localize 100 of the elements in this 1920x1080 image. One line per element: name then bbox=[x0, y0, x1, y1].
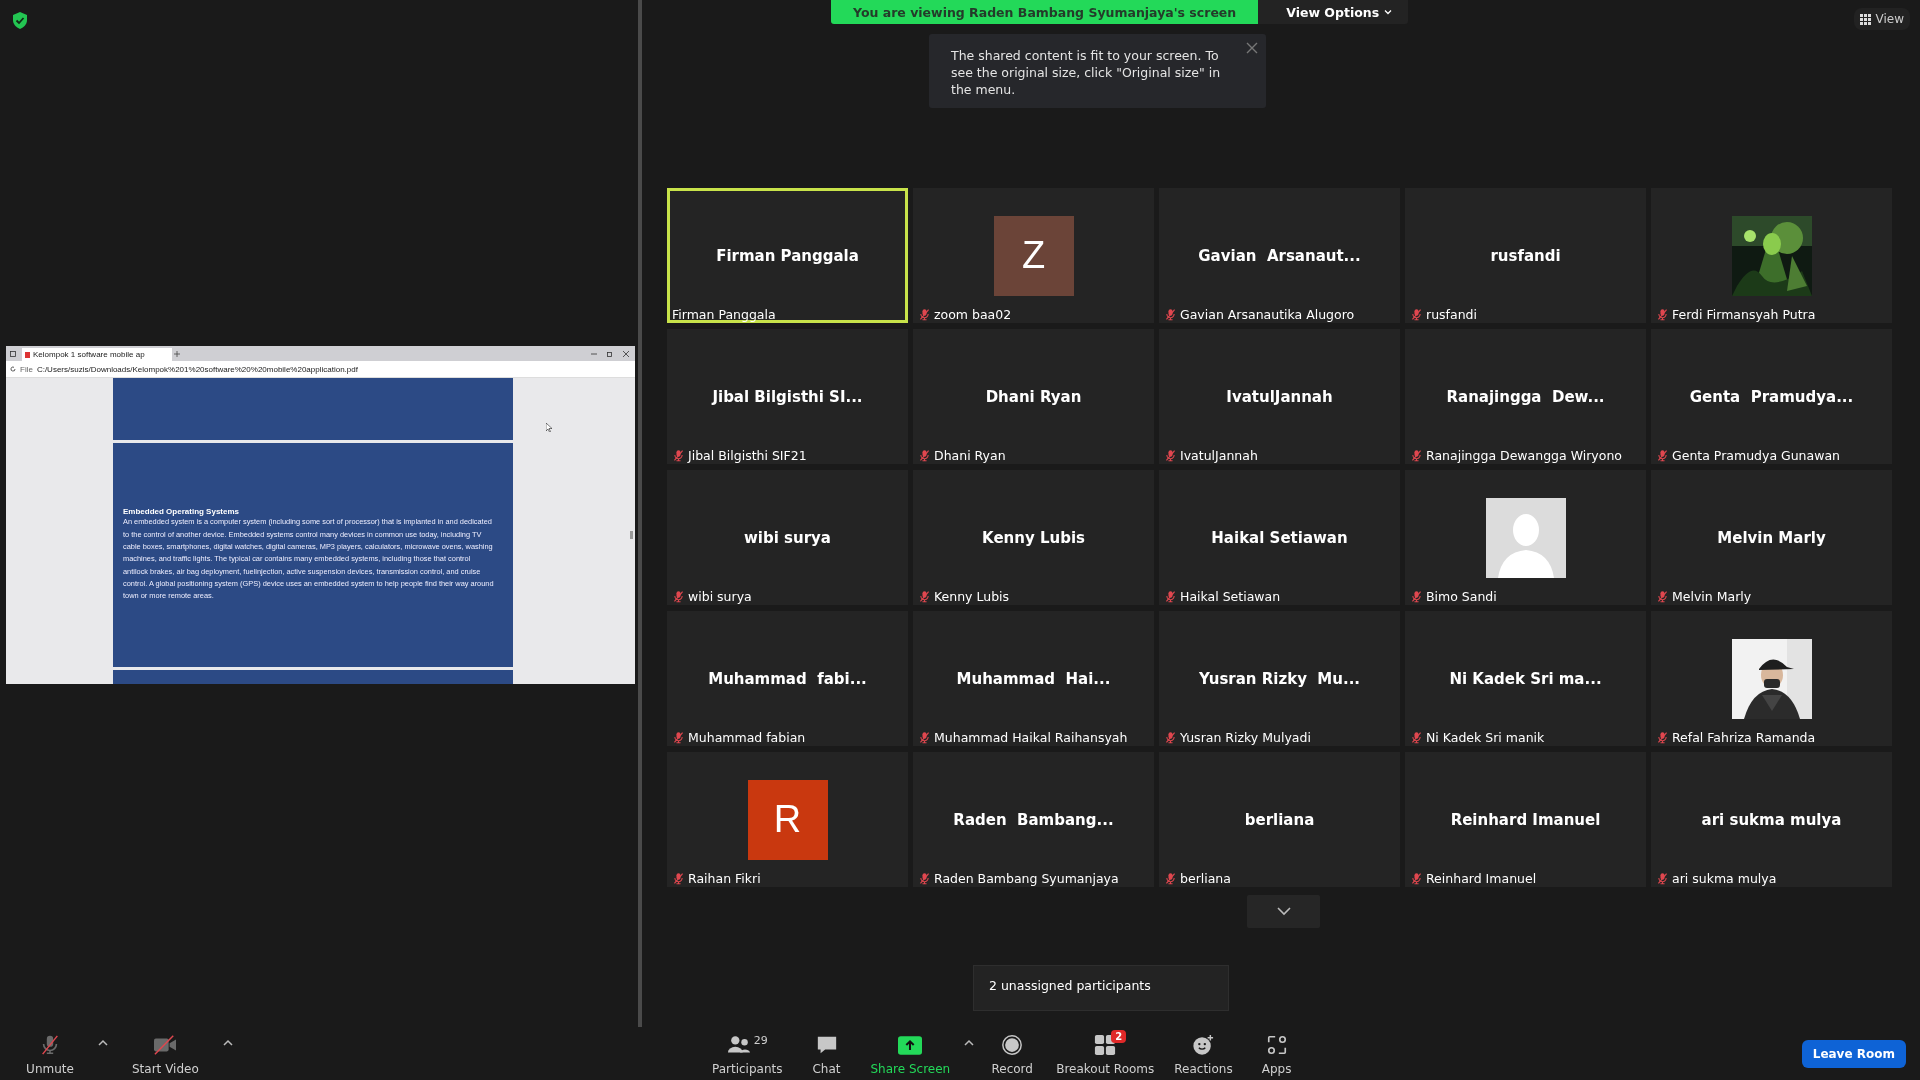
toolbar-button[interactable]: Reactions bbox=[1168, 1034, 1239, 1076]
notification-badge: 2 bbox=[1111, 1030, 1127, 1043]
participant-label: Raihan Fikri bbox=[688, 871, 761, 886]
video-tile[interactable]: Reinhard Imanuel Reinhard Imanuel bbox=[1405, 752, 1646, 887]
participant-name: Kenny Lubis bbox=[982, 528, 1085, 547]
participant-name: Genta Pramudya... bbox=[1689, 387, 1854, 406]
chevron-down-icon bbox=[1276, 907, 1291, 916]
close-icon[interactable] bbox=[623, 350, 629, 357]
video-off-icon bbox=[153, 1034, 178, 1056]
start-video-button[interactable]: Start Video bbox=[126, 1034, 205, 1076]
participant-name: Ni Kadek Sri ma... bbox=[1449, 669, 1602, 688]
video-tile[interactable]: Jibal Bilgisthi SI... Jibal Bilgisthi SIF21 bbox=[667, 329, 908, 464]
video-tile[interactable]: Bimo Sandi bbox=[1405, 470, 1646, 605]
address-prefix: File bbox=[20, 364, 33, 374]
grid-icon bbox=[1093, 1034, 1118, 1056]
avatar-silhouette-icon bbox=[1485, 497, 1566, 578]
view-options-button[interactable]: View Options bbox=[1258, 0, 1409, 24]
muted-mic-icon bbox=[1164, 731, 1177, 744]
leave-room-button[interactable]: Leave Room bbox=[1801, 1040, 1906, 1068]
participant-count: 29 bbox=[753, 1034, 768, 1047]
muted-mic-icon bbox=[918, 449, 931, 462]
participant-label: Muhammad Haikal Raihansyah bbox=[934, 730, 1128, 745]
video-tile[interactable]: Melvin Marly Melvin Marly bbox=[1651, 470, 1892, 605]
cursor-icon bbox=[546, 423, 552, 432]
participant-label: Bimo Sandi bbox=[1426, 589, 1497, 604]
toolbar-button[interactable]: Share Screen bbox=[864, 1034, 957, 1076]
toolbar-button[interactable]: Apps bbox=[1246, 1034, 1307, 1076]
video-tile[interactable]: rusfandi rusfandi bbox=[1405, 188, 1646, 323]
participant-label: berliana bbox=[1180, 871, 1231, 886]
new-tab-icon[interactable] bbox=[174, 350, 180, 357]
refresh-icon[interactable] bbox=[10, 366, 16, 372]
participant-name: IvatulJannah bbox=[1226, 387, 1333, 406]
unmute-button[interactable]: Unmute bbox=[20, 1034, 80, 1076]
video-tile[interactable]: IvatulJannah IvatulJannah bbox=[1159, 329, 1400, 464]
participant-name: Reinhard Imanuel bbox=[1450, 810, 1601, 829]
participant-label: rusfandi bbox=[1426, 307, 1477, 322]
muted-mic-icon bbox=[672, 590, 685, 603]
toolbar-button[interactable]: Record bbox=[982, 1034, 1043, 1076]
participant-label: ari sukma mulya bbox=[1672, 871, 1777, 886]
participant-label: Dhani Ryan bbox=[934, 448, 1006, 463]
video-tile[interactable]: Dhani Ryan Dhani Ryan bbox=[913, 329, 1154, 464]
caret-icon[interactable] bbox=[98, 1039, 108, 1046]
muted-mic-icon bbox=[1164, 308, 1177, 321]
participant-label: Reinhard Imanuel bbox=[1426, 871, 1537, 886]
video-tile[interactable]: ari sukma mulya ari sukma mulya bbox=[1651, 752, 1892, 887]
restore-icon[interactable] bbox=[607, 350, 613, 357]
participant-label: zoom baa02 bbox=[934, 307, 1012, 322]
participant-name: Yusran Rizky Mu... bbox=[1198, 669, 1361, 688]
shield-icon[interactable] bbox=[12, 12, 28, 29]
video-tile[interactable]: Ranajingga Dew... Ranajingga Dewangga Wiryono bbox=[1405, 329, 1646, 464]
muted-mic-icon bbox=[1164, 872, 1177, 885]
muted-mic-icon bbox=[918, 590, 931, 603]
video-tile[interactable]: Ferdi Firmansyah Putra bbox=[1651, 188, 1892, 323]
video-tile[interactable]: Genta Pramudya... Genta Pramudya Gunawan bbox=[1651, 329, 1892, 464]
video-tile[interactable]: wibi surya wibi surya bbox=[667, 470, 908, 605]
address-bar[interactable]: C:/Users/suzis/Downloads/Kelompok%201%20software%20%20mobile%20application.pdf bbox=[36, 364, 358, 374]
participant-name: Muhammad Hai... bbox=[956, 669, 1111, 688]
record-icon bbox=[1000, 1034, 1025, 1056]
video-tile[interactable]: Ni Kadek Sri ma... Ni Kadek Sri manik bbox=[1405, 611, 1646, 746]
caret-icon[interactable] bbox=[222, 1039, 233, 1046]
participant-label: Ranajingga Dewangga Wiryono bbox=[1426, 448, 1622, 463]
video-tile[interactable]: Firman Panggala Firman Panggala bbox=[667, 188, 908, 323]
participant-label: wibi surya bbox=[688, 589, 752, 604]
muted-mic-icon bbox=[1164, 449, 1177, 462]
muted-mic-icon bbox=[672, 731, 685, 744]
video-tile[interactable]: Yusran Rizky Mu... Yusran Rizky Mulyadi bbox=[1159, 611, 1400, 746]
browser-tab[interactable]: Kelompok 1 software mobile ap bbox=[22, 348, 172, 361]
participant-label: Genta Pramudya Gunawan bbox=[1672, 448, 1840, 463]
video-tile[interactable]: Raden Bambang... Raden Bambang Syumanjaya bbox=[913, 752, 1154, 887]
participant-name: Haikal Setiawan bbox=[1211, 528, 1348, 547]
muted-mic-icon bbox=[672, 872, 685, 885]
participant-label: Refal Fahriza Ramanda bbox=[1672, 730, 1816, 745]
close-icon[interactable] bbox=[1246, 42, 1258, 54]
video-tile[interactable]: berliana berliana bbox=[1159, 752, 1400, 887]
video-tile[interactable]: Haikal Setiawan Haikal Setiawan bbox=[1159, 470, 1400, 605]
muted-mic-icon bbox=[1656, 449, 1669, 462]
caret-icon[interactable] bbox=[964, 1039, 975, 1046]
participant-label: Melvin Marly bbox=[1672, 589, 1752, 604]
video-tile[interactable]: Muhammad Hai... Muhammad Haikal Raihansyah bbox=[913, 611, 1154, 746]
toolbar-button[interactable]: 29 Participants bbox=[706, 1034, 789, 1076]
grid-icon bbox=[1859, 13, 1871, 25]
toolbar-button[interactable]: Chat bbox=[796, 1034, 857, 1076]
video-tile[interactable]: Refal Fahriza Ramanda bbox=[1651, 611, 1892, 746]
video-tile[interactable]: Z zoom baa02 bbox=[913, 188, 1154, 323]
view-button[interactable]: View bbox=[1853, 8, 1910, 30]
video-tile[interactable]: R Raihan Fikri bbox=[667, 752, 908, 887]
smiley-icon bbox=[1191, 1034, 1216, 1056]
muted-mic-icon bbox=[918, 731, 931, 744]
participant-label: Haikal Setiawan bbox=[1180, 589, 1281, 604]
video-tile[interactable]: Muhammad fabi... Muhammad fabian bbox=[667, 611, 908, 746]
video-tile[interactable]: Kenny Lubis Kenny Lubis bbox=[913, 470, 1154, 605]
video-tile[interactable]: Gavian Arsanaut... Gavian Arsanautika Alugoro bbox=[1159, 188, 1400, 323]
caret-icon bbox=[1384, 9, 1393, 15]
participant-name: Melvin Marly bbox=[1717, 528, 1826, 547]
participant-label: Yusran Rizky Mulyadi bbox=[1180, 730, 1311, 745]
participant-name: Muhammad fabi... bbox=[708, 669, 867, 688]
participant-label: Ferdi Firmansyah Putra bbox=[1672, 307, 1816, 322]
participant-label: Gavian Arsanautika Alugoro bbox=[1180, 307, 1355, 322]
muted-mic-icon bbox=[1656, 590, 1669, 603]
participant-name: Dhani Ryan bbox=[985, 387, 1082, 406]
